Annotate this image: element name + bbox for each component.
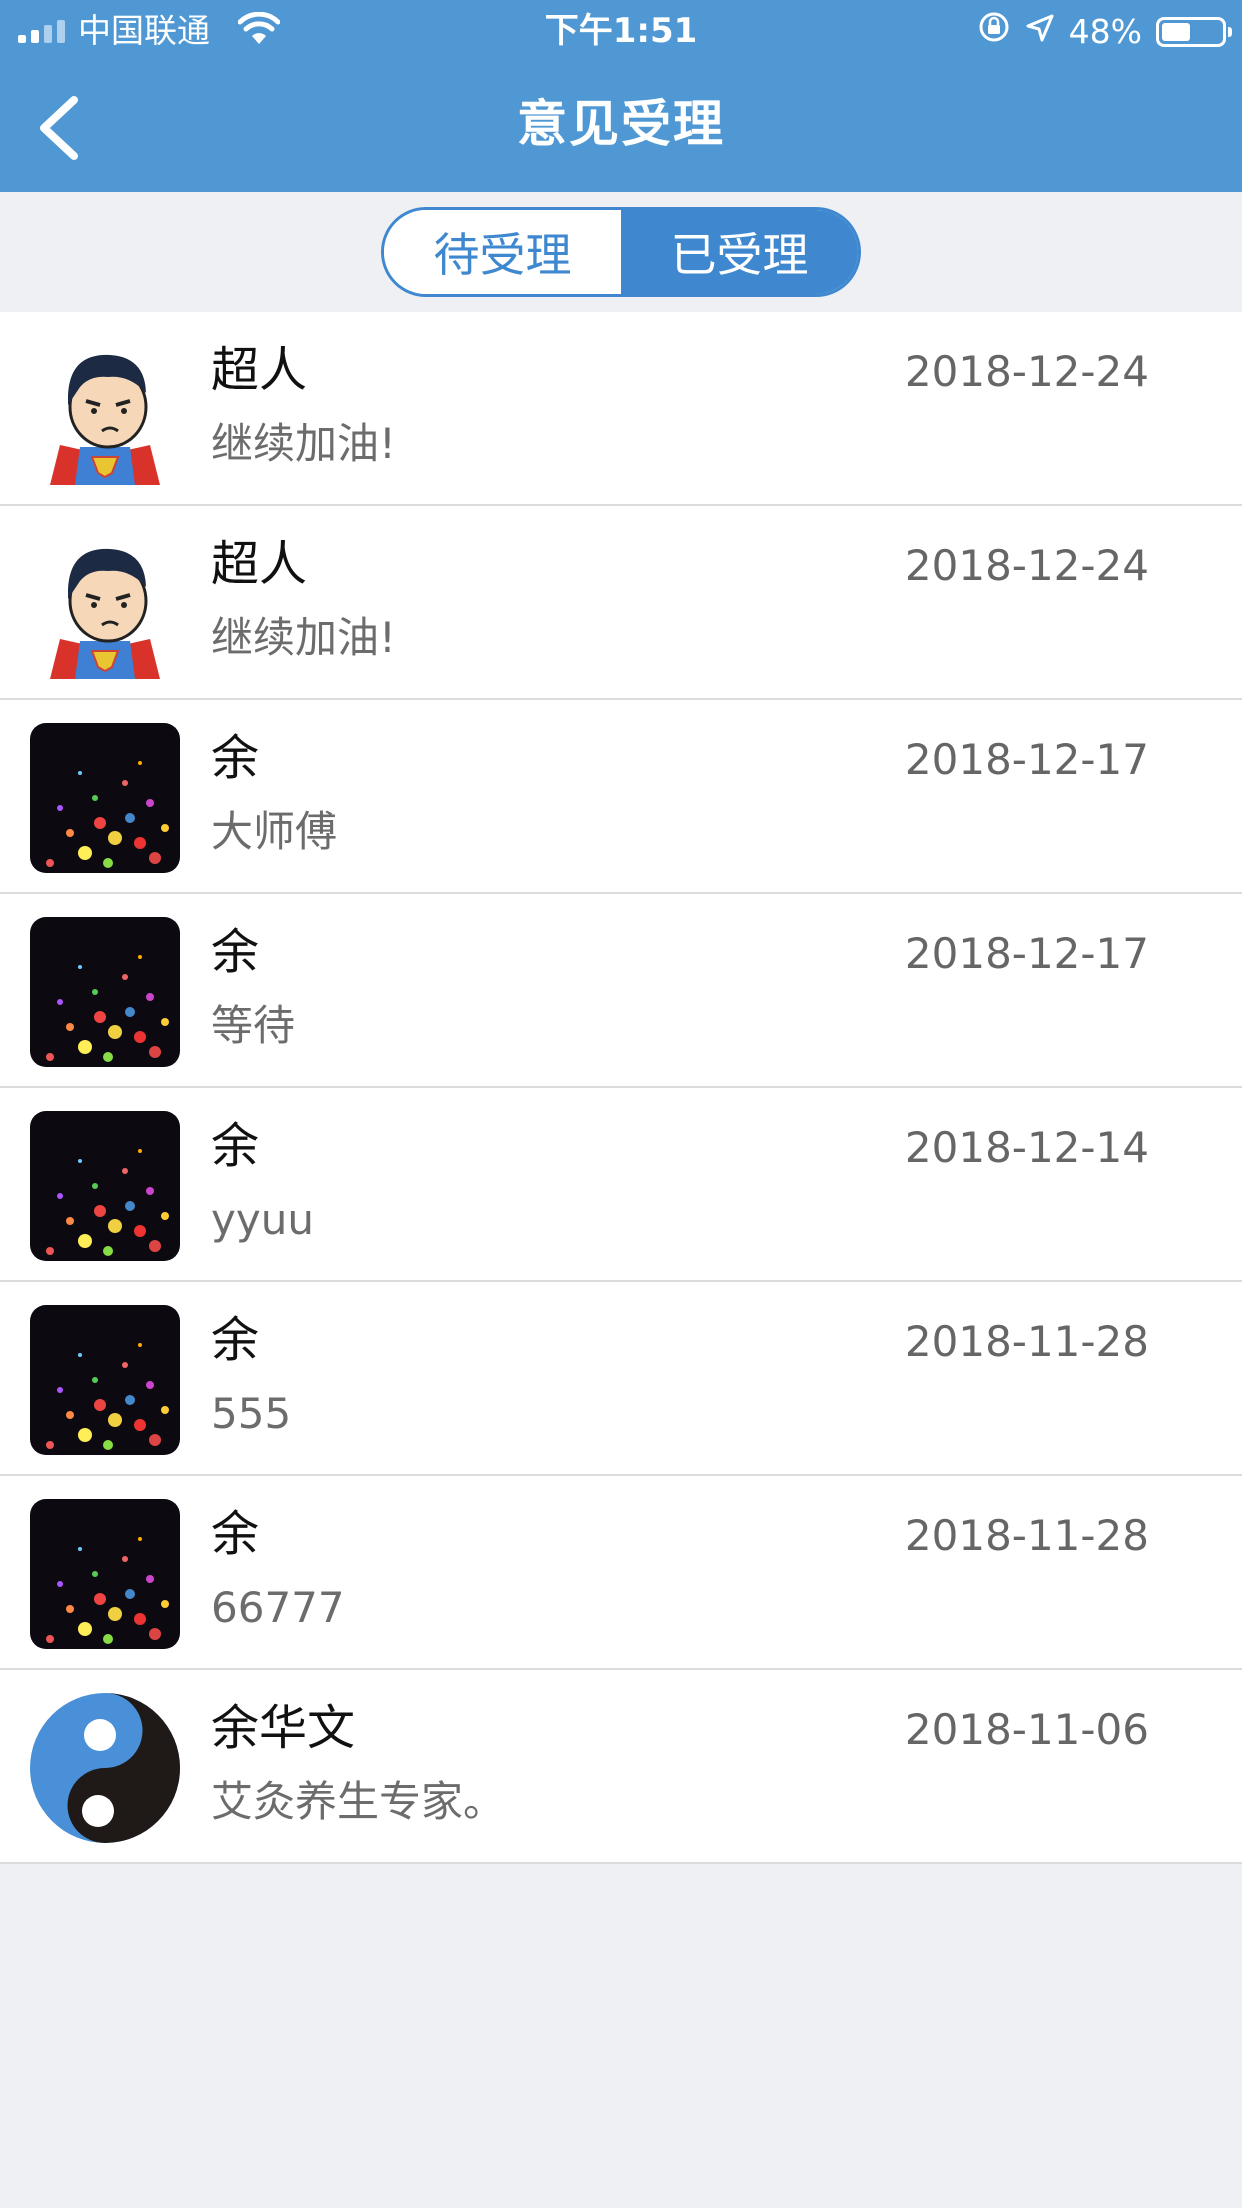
- item-message: 艾灸养生专家。: [211, 1777, 506, 1826]
- item-message: 66777: [211, 1583, 345, 1632]
- item-date: 2018-11-28: [904, 1511, 1149, 1560]
- avatar: [30, 335, 180, 485]
- tab-processed[interactable]: 已受理: [621, 210, 858, 294]
- item-name: 余: [211, 1118, 260, 1174]
- feedback-list: 超人 继续加油! 2018-12-24 超人 继续加油! 2018-12-24 余大师傅 20…: [0, 312, 1242, 1864]
- item-message: 等待: [211, 1001, 296, 1050]
- avatar: [30, 529, 180, 679]
- list-item[interactable]: 超人继续加油! 2018-12-24: [0, 312, 1242, 506]
- top-bar: 中国联通 下午1:51 48% 意见受理: [0, 0, 1242, 192]
- battery-icon: [1156, 17, 1232, 47]
- list-item[interactable]: 余华文艾灸养生专家。 2018-11-06: [0, 1670, 1242, 1864]
- avatar: [30, 1693, 180, 1843]
- avatar: [30, 917, 180, 1067]
- avatar: [30, 723, 180, 873]
- battery-percent: 48%: [1068, 12, 1142, 51]
- item-date: 2018-12-17: [904, 735, 1149, 784]
- item-message: yyuu: [211, 1195, 314, 1244]
- list-item[interactable]: 余 yyuu 2018-12-14: [0, 1088, 1242, 1282]
- item-date: 2018-11-06: [904, 1705, 1149, 1754]
- list-item[interactable]: 超人继续加油! 2018-12-24: [0, 506, 1242, 700]
- item-message: 继续加油!: [211, 419, 396, 468]
- item-message: 继续加油!: [211, 613, 396, 662]
- list-item[interactable]: 余 555 2018-11-28: [0, 1282, 1242, 1476]
- item-message: 555: [211, 1389, 292, 1438]
- item-date: 2018-12-24: [904, 347, 1149, 396]
- list-item[interactable]: 余 66777 2018-11-28: [0, 1476, 1242, 1670]
- tab-bar-container: 待受理 已受理: [0, 192, 1242, 312]
- item-date: 2018-12-14: [904, 1123, 1149, 1172]
- item-date: 2018-12-17: [904, 929, 1149, 978]
- item-name: 余: [211, 924, 260, 980]
- item-name: 余华文: [211, 1700, 356, 1756]
- battery-level: [1162, 23, 1190, 41]
- item-name: 余: [211, 1312, 260, 1368]
- avatar: [30, 1111, 180, 1261]
- nav-bar: 意见受理: [0, 62, 1242, 192]
- item-name: 超人: [211, 342, 308, 398]
- location-arrow-icon: [1025, 11, 1055, 53]
- item-name: 超人: [211, 536, 308, 592]
- list-item[interactable]: 余大师傅 2018-12-17: [0, 700, 1242, 894]
- status-bar: 中国联通 下午1:51 48%: [0, 0, 1242, 62]
- item-date: 2018-11-28: [904, 1317, 1149, 1366]
- avatar: [30, 1305, 180, 1455]
- item-name: 余: [211, 1506, 260, 1562]
- item-name: 余: [211, 730, 260, 786]
- segmented-control: 待受理 已受理: [381, 207, 861, 297]
- item-message: 大师傅: [211, 807, 338, 856]
- rotation-lock-icon: [977, 10, 1011, 54]
- status-right: 48%: [977, 10, 1232, 54]
- page-title: 意见受理: [517, 95, 725, 153]
- tab-pending[interactable]: 待受理: [384, 210, 621, 294]
- item-date: 2018-12-24: [904, 541, 1149, 590]
- avatar: [30, 1499, 180, 1649]
- list-item[interactable]: 余等待 2018-12-17: [0, 894, 1242, 1088]
